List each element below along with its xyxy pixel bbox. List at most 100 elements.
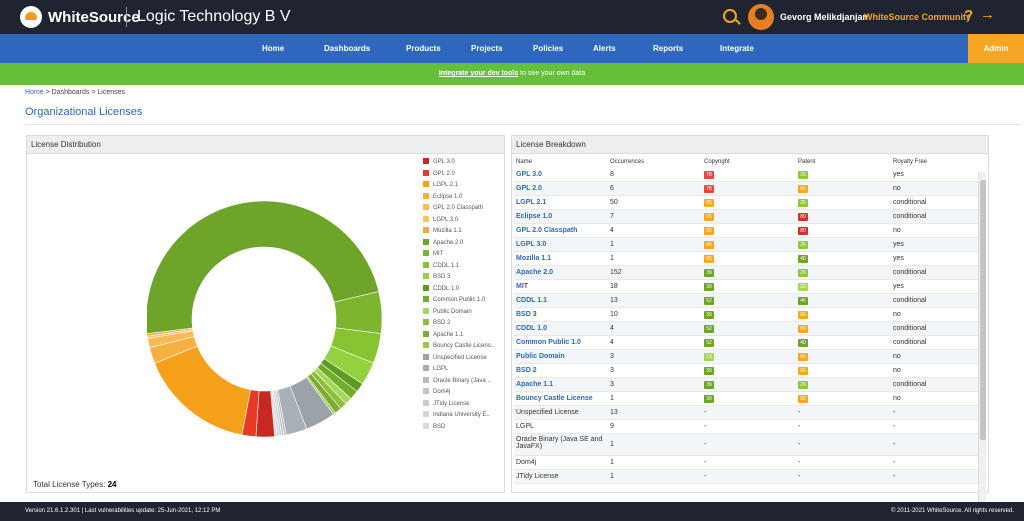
nav-home[interactable]: Home — [262, 44, 284, 53]
legend-item[interactable]: Oracle Binary (Java .. — [423, 376, 491, 384]
royalty-free-value: - — [893, 473, 896, 480]
legend-item[interactable]: Common Public 1.0 — [423, 296, 485, 303]
banner-text: to see your own data — [518, 70, 586, 77]
legend-item[interactable]: LGPL 3.0 — [423, 215, 458, 223]
license-name[interactable]: Apache 1.1 — [516, 381, 604, 388]
help-icon[interactable]: ? — [964, 7, 973, 24]
table-row[interactable]: LGPL 2.1 50 65 26 conditional — [514, 196, 986, 210]
legend-item[interactable]: GPL 2.0 Classpath — [423, 204, 483, 211]
col-occurrences[interactable]: Occurrences — [610, 159, 644, 165]
table-row[interactable]: GPL 2.0 Classpath 4 65 80 no — [514, 224, 986, 238]
table-row[interactable]: GPL 3.0 8 78 26 yes — [514, 168, 986, 182]
nav-reports[interactable]: Reports — [653, 44, 683, 53]
nav-alerts[interactable]: Alerts — [593, 44, 616, 53]
table-row[interactable]: JTidy License 1 - - - — [514, 470, 986, 484]
col-copyright[interactable]: Copyright — [704, 159, 730, 165]
avatar[interactable] — [748, 4, 774, 30]
legend-item[interactable]: Apache 2.0 — [423, 238, 463, 246]
copyright-score: 39 — [704, 381, 714, 389]
table-scrollbar[interactable] — [978, 172, 986, 514]
table-row[interactable]: Oracle Binary (Java SE and JavaFX) 1 - - - — [514, 434, 986, 456]
license-name[interactable]: Eclipse 1.0 — [516, 213, 604, 220]
table-row[interactable]: Eclipse 1.0 7 65 80 conditional — [514, 210, 986, 224]
occurrences-value: 152 — [610, 269, 622, 276]
whitesource-logo-icon[interactable] — [20, 6, 42, 28]
table-row[interactable]: Unspecified License 13 - - - — [514, 406, 986, 420]
col-name[interactable]: Name — [516, 159, 532, 165]
table-row[interactable]: Bouncy Castle License 1 39 60 no — [514, 392, 986, 406]
license-name[interactable]: MIT — [516, 283, 604, 290]
license-name[interactable]: BSD 2 — [516, 367, 604, 374]
table-row[interactable]: CDDL 1.0 4 52 60 conditional — [514, 322, 986, 336]
legend-swatch — [423, 284, 429, 291]
table-row[interactable]: BSD 3 10 39 60 no — [514, 308, 986, 322]
legend-item[interactable]: Eclipse 1.0 — [423, 192, 462, 200]
table-row[interactable]: LGPL 9 - - - — [514, 420, 986, 434]
legend-item[interactable]: BSD — [423, 422, 445, 430]
license-name[interactable]: CDDL 1.0 — [516, 325, 604, 332]
license-name[interactable]: Mozilla 1.1 — [516, 255, 604, 262]
legend-item[interactable]: CDDL 1.1 — [423, 261, 459, 269]
legend-item[interactable]: LGPL 2.1 — [423, 181, 458, 188]
license-name[interactable]: Public Domain — [516, 353, 604, 360]
logout-icon[interactable]: → — [980, 6, 995, 23]
license-name[interactable]: LGPL 3.0 — [516, 241, 604, 248]
royalty-free-value: - — [893, 441, 896, 448]
table-row[interactable]: Public Domain 3 13 60 no — [514, 350, 986, 364]
community-link[interactable]: WhiteSource Community — [864, 12, 971, 22]
legend-item[interactable]: BSD 3 — [423, 273, 450, 280]
legend-item[interactable]: LGPL — [423, 365, 448, 372]
table-row[interactable]: BSD 2 3 39 60 no — [514, 364, 986, 378]
table-row[interactable]: Dom4j 1 - - - — [514, 456, 986, 470]
table-row[interactable]: Apache 1.1 3 39 26 conditional — [514, 378, 986, 392]
nav-products[interactable]: Products — [406, 44, 441, 53]
legend-item[interactable]: Indiana University E.. — [423, 411, 490, 418]
legend-item[interactable]: Bouncy Castle Licens.. — [423, 342, 494, 349]
license-name[interactable]: GPL 2.0 — [516, 185, 604, 192]
table-row[interactable]: MIT 18 39 20 yes — [514, 280, 986, 294]
legend-item[interactable]: GPL 2.0 — [423, 169, 455, 177]
col-patent[interactable]: Patent — [798, 159, 815, 165]
admin-button[interactable]: Admin — [968, 34, 1024, 63]
legend-item[interactable]: CDDL 1.0 — [423, 284, 459, 292]
nav-projects[interactable]: Projects — [471, 44, 503, 53]
legend-item[interactable]: Public Domain — [423, 307, 472, 315]
breadcrumb-dashboards[interactable]: Dashboards — [52, 89, 90, 96]
legend-item[interactable]: JTidy License — [423, 399, 469, 407]
table-row[interactable]: Apache 2.0 152 39 26 conditional — [514, 266, 986, 280]
license-name[interactable]: GPL 3.0 — [516, 171, 604, 178]
license-name: LGPL — [516, 423, 534, 430]
legend-item[interactable]: GPL 3.0 — [423, 158, 455, 165]
occurrences-value: 18 — [610, 283, 618, 290]
breadcrumb-home[interactable]: Home — [25, 89, 44, 96]
nav-dashboards[interactable]: Dashboards — [324, 44, 370, 53]
scroll-thumb[interactable] — [980, 180, 986, 440]
nav-integrate[interactable]: Integrate — [720, 44, 754, 53]
table-row[interactable]: Common Public 1.0 4 52 40 conditional — [514, 336, 986, 350]
legend-item[interactable]: BSD 2 — [423, 319, 450, 326]
license-name[interactable]: GPL 2.0 Classpath — [516, 227, 604, 234]
legend-item[interactable]: Dom4j — [423, 388, 450, 395]
legend-item[interactable]: Apache 1.1 — [423, 330, 463, 338]
license-name[interactable]: CDDL 1.1 — [516, 297, 604, 304]
search-icon[interactable] — [723, 9, 737, 23]
license-name[interactable]: LGPL 2.1 — [516, 199, 604, 206]
license-name[interactable]: Common Public 1.0 — [516, 339, 604, 346]
col-royalty-free[interactable]: Royalty Free — [893, 159, 927, 165]
legend-item[interactable]: MIT — [423, 250, 443, 257]
legend-item[interactable]: Unspecified License — [423, 353, 487, 361]
table-row[interactable]: Mozilla 1.1 1 65 40 yes — [514, 252, 986, 266]
legend-item[interactable]: Mozilla 1.1 — [423, 227, 462, 234]
license-donut-chart[interactable] — [147, 156, 387, 480]
license-name[interactable]: Bouncy Castle License — [516, 395, 604, 402]
license-name[interactable]: BSD 3 — [516, 311, 604, 318]
donut-slice-lgpl-2-1[interactable] — [154, 345, 251, 436]
nav-policies[interactable]: Policies — [533, 44, 563, 53]
table-row[interactable]: LGPL 3.0 1 65 26 yes — [514, 238, 986, 252]
table-row[interactable]: GPL 2.0 6 78 60 no — [514, 182, 986, 196]
table-row[interactable]: CDDL 1.1 13 52 40 conditional — [514, 294, 986, 308]
user-name[interactable]: Gevorg Melikdjanjan — [780, 12, 868, 22]
integrate-link[interactable]: Integrate your dev tools — [439, 70, 518, 77]
royalty-free-value: no — [893, 367, 901, 374]
license-name[interactable]: Apache 2.0 — [516, 269, 604, 276]
